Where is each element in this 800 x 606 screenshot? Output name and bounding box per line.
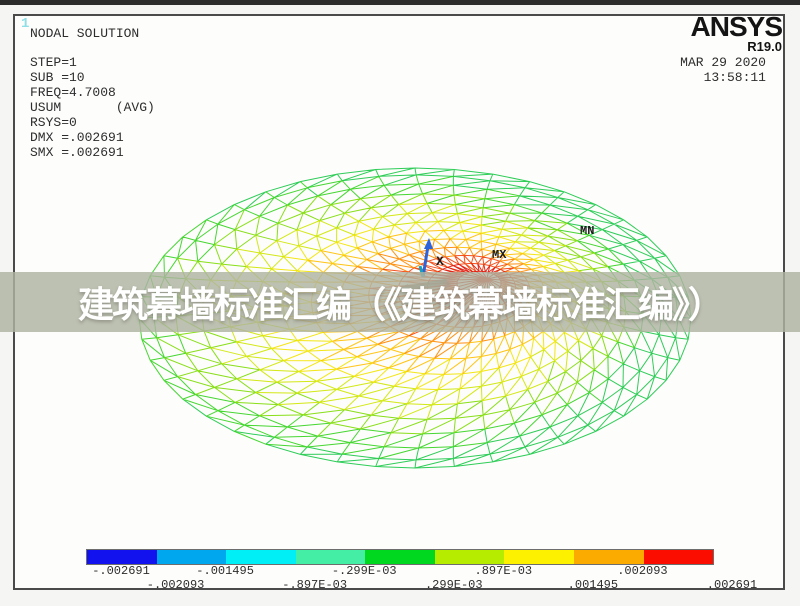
solution-line: SUB =10 xyxy=(30,70,155,85)
ansys-window: 1 NODAL SOLUTION STEP=1SUB =10FREQ=4.700… xyxy=(0,0,800,606)
watermark-text: 建筑幕墙标准汇编（《建筑幕墙标准汇编》） xyxy=(78,276,722,328)
solution-line: FREQ=4.7008 xyxy=(30,85,155,100)
datetime-block: MAR 29 2020 13:58:11 xyxy=(680,55,766,85)
solution-line: DMX =.002691 xyxy=(30,130,155,145)
colorbar-segment xyxy=(365,550,435,564)
solution-line: STEP=1 xyxy=(30,55,155,70)
colorbar-segment xyxy=(226,550,296,564)
max-node-label: MX xyxy=(492,248,506,262)
date-label: MAR 29 2020 xyxy=(680,55,766,70)
ansys-logo-text: ANSYS xyxy=(691,14,782,40)
ansys-logo: ANSYS R19.0 xyxy=(691,14,782,54)
colorbar-segment xyxy=(296,550,366,564)
plot-number: 1 xyxy=(21,16,29,32)
colorbar xyxy=(86,549,714,565)
colorbar-segment xyxy=(574,550,644,564)
min-node-label: MN xyxy=(580,224,594,238)
x-axis-label: X xyxy=(436,254,444,269)
solution-line: SMX =.002691 xyxy=(30,145,155,160)
solution-lines: STEP=1SUB =10FREQ=4.7008USUM (AVG)RSYS=0… xyxy=(30,55,155,160)
ansys-version: R19.0 xyxy=(691,40,782,54)
solution-title: NODAL SOLUTION xyxy=(30,26,139,41)
time-label: 13:58:11 xyxy=(680,70,766,85)
solution-line: RSYS=0 xyxy=(30,115,155,130)
solution-line: USUM (AVG) xyxy=(30,100,155,115)
watermark-band: 建筑幕墙标准汇编（《建筑幕墙标准汇编》） xyxy=(0,272,800,332)
colorbar-segment xyxy=(504,550,574,564)
colorbar-segment xyxy=(644,550,714,564)
colorbar-segment xyxy=(157,550,227,564)
colorbar-segment xyxy=(435,550,505,564)
colorbar-segment xyxy=(87,550,157,564)
